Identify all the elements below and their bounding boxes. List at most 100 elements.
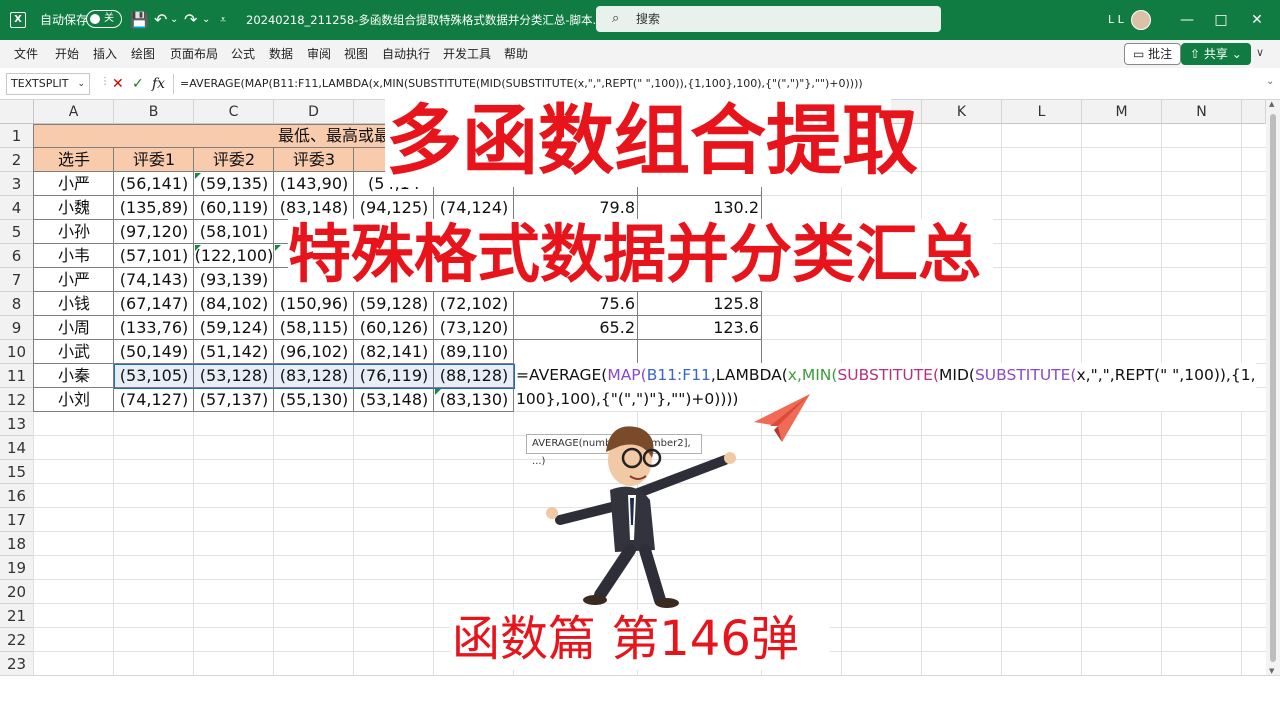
row-header-15[interactable]: 15 xyxy=(0,460,34,484)
vertical-scrollbar[interactable]: ▲ ▼ xyxy=(1266,100,1280,675)
collapse-ribbon-icon[interactable]: ∨ xyxy=(1256,46,1264,59)
row-header-5[interactable]: 5 xyxy=(0,220,34,244)
score-cell[interactable]: (57,101) xyxy=(114,244,194,268)
score-cell[interactable]: (96,102) xyxy=(274,340,354,364)
player-name-cell[interactable]: 小孙 xyxy=(34,220,114,244)
search-box[interactable]: ⌕ 搜索 xyxy=(596,6,941,32)
row-header-16[interactable]: 16 xyxy=(0,484,34,508)
score-cell[interactable]: (59,128) xyxy=(354,292,434,316)
row-header-3[interactable]: 3 xyxy=(0,172,34,196)
row-header-19[interactable]: 19 xyxy=(0,556,34,580)
comment-button[interactable]: ▭ 批注 xyxy=(1124,43,1182,65)
undo-dropdown-icon[interactable]: ⌄ xyxy=(170,0,178,40)
score-cell[interactable]: (55,130) xyxy=(274,388,354,412)
score-cell[interactable]: (67,147) xyxy=(114,292,194,316)
menu-automate[interactable]: 自动执行 xyxy=(382,40,430,68)
confirm-icon[interactable]: ✓ xyxy=(132,74,144,94)
score-cell[interactable]: (89,110) xyxy=(434,340,514,364)
min-avg-cell[interactable]: 75.6 xyxy=(514,292,638,316)
menu-data[interactable]: 数据 xyxy=(269,40,293,68)
menu-page-layout[interactable]: 页面布局 xyxy=(170,40,218,68)
error-indicator-icon[interactable] xyxy=(275,245,281,251)
score-cell[interactable]: (58,101) xyxy=(194,220,274,244)
score-cell[interactable]: (60,119) xyxy=(194,196,274,220)
menu-home[interactable]: 开始 xyxy=(55,40,79,68)
in-cell-formula-line2[interactable]: 100},100),{"(",")"},"")+0)))) xyxy=(516,387,1256,411)
column-title[interactable]: 评委3 xyxy=(274,148,354,172)
save-icon[interactable]: 💾 xyxy=(130,0,149,40)
player-name-cell[interactable]: 小魏 xyxy=(34,196,114,220)
player-name-cell[interactable]: 小严 xyxy=(34,268,114,292)
menu-view[interactable]: 视图 xyxy=(344,40,368,68)
row-header-1[interactable]: 1 xyxy=(0,124,34,148)
column-title[interactable]: 评委2 xyxy=(194,148,274,172)
row-header-12[interactable]: 12 xyxy=(0,388,34,412)
row-header-4[interactable]: 4 xyxy=(0,196,34,220)
score-cell[interactable]: (53,148) xyxy=(354,388,434,412)
menu-review[interactable]: 审阅 xyxy=(307,40,331,68)
in-cell-formula-line1[interactable]: =AVERAGE(MAP(B11:F11,LAMBDA(x,MIN(SUBSTI… xyxy=(516,363,1256,387)
scroll-down-icon[interactable]: ▼ xyxy=(1269,667,1274,675)
score-cell[interactable]: (82,141) xyxy=(354,340,434,364)
score-cell[interactable]: (74,143) xyxy=(114,268,194,292)
score-cell[interactable]: (50,149) xyxy=(114,340,194,364)
column-title[interactable]: 评委1 xyxy=(114,148,194,172)
column-header-m[interactable]: M xyxy=(1082,100,1162,124)
player-name-cell[interactable]: 小严 xyxy=(34,172,114,196)
column-header-c[interactable]: C xyxy=(194,100,274,124)
row-header-10[interactable]: 10 xyxy=(0,340,34,364)
max-avg-cell[interactable]: 125.8 xyxy=(638,292,762,316)
undo-icon[interactable]: ↶ xyxy=(154,0,167,40)
insert-function-icon[interactable]: fx xyxy=(152,74,165,94)
score-cell[interactable]: (93,139) xyxy=(194,268,274,292)
score-cell[interactable]: (122,100) xyxy=(194,244,274,268)
column-header-n[interactable]: N xyxy=(1162,100,1242,124)
menu-draw[interactable]: 绘图 xyxy=(131,40,155,68)
score-cell[interactable]: (84,102) xyxy=(194,292,274,316)
drag-handle-icon[interactable]: ⋮ xyxy=(100,76,110,87)
player-name-cell[interactable]: 小周 xyxy=(34,316,114,340)
score-cell[interactable]: (58,115) xyxy=(274,316,354,340)
score-cell[interactable]: (143,90) xyxy=(274,172,354,196)
player-name-cell[interactable]: 小刘 xyxy=(34,388,114,412)
max-avg-cell[interactable]: 123.6 xyxy=(638,316,762,340)
column-header-a[interactable]: A xyxy=(34,100,114,124)
menu-formulas[interactable]: 公式 xyxy=(231,40,255,68)
score-cell[interactable]: (83,130) xyxy=(434,388,514,412)
row-header-13[interactable]: 13 xyxy=(0,412,34,436)
select-all-corner[interactable] xyxy=(0,100,34,124)
score-cell[interactable]: (59,124) xyxy=(194,316,274,340)
player-name-cell[interactable]: 小武 xyxy=(34,340,114,364)
row-header-2[interactable]: 2 xyxy=(0,148,34,172)
error-indicator-icon[interactable] xyxy=(195,245,201,251)
column-header-k[interactable]: K xyxy=(922,100,1002,124)
min-avg-cell[interactable]: 65.2 xyxy=(514,316,638,340)
row-header-20[interactable]: 20 xyxy=(0,580,34,604)
row-header-18[interactable]: 18 xyxy=(0,532,34,556)
min-avg-cell[interactable]: 79.8 xyxy=(514,196,638,220)
column-title[interactable]: 选手 xyxy=(34,148,114,172)
column-header-b[interactable]: B xyxy=(114,100,194,124)
menu-developer[interactable]: 开发工具 xyxy=(443,40,491,68)
row-header-8[interactable]: 8 xyxy=(0,292,34,316)
customize-toolbar-icon[interactable]: ⩡ xyxy=(220,0,226,40)
score-cell[interactable]: (56,141) xyxy=(114,172,194,196)
user-initials[interactable]: L L xyxy=(1108,0,1124,40)
score-cell[interactable]: (133,76) xyxy=(114,316,194,340)
error-indicator-icon[interactable] xyxy=(435,389,441,395)
row-header-9[interactable]: 9 xyxy=(0,316,34,340)
score-cell[interactable]: (83,148) xyxy=(274,196,354,220)
scroll-up-icon[interactable]: ▲ xyxy=(1269,100,1274,108)
score-cell[interactable]: (135,89) xyxy=(114,196,194,220)
score-cell[interactable]: (94,125) xyxy=(354,196,434,220)
row-header-11[interactable]: 11 xyxy=(0,364,34,388)
score-cell[interactable]: (59,135) xyxy=(194,172,274,196)
player-name-cell[interactable]: 小韦 xyxy=(34,244,114,268)
row-header-14[interactable]: 14 xyxy=(0,436,34,460)
score-cell[interactable]: (74,124) xyxy=(434,196,514,220)
close-button[interactable]: ✕ xyxy=(1234,0,1280,40)
row-header-21[interactable]: 21 xyxy=(0,604,34,628)
score-cell[interactable]: (51,142) xyxy=(194,340,274,364)
scrollbar-thumb[interactable] xyxy=(1270,114,1276,662)
score-cell[interactable]: (57,137) xyxy=(194,388,274,412)
